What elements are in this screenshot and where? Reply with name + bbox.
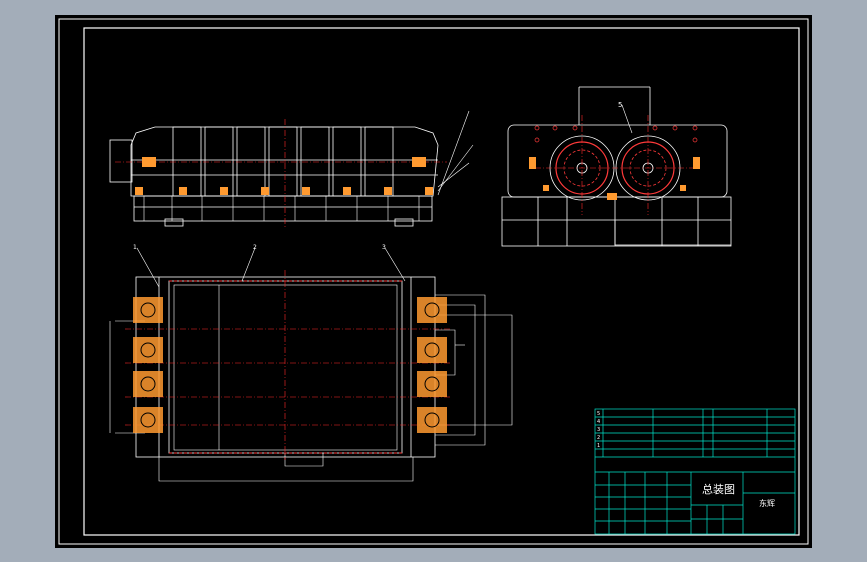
side-callout-5: 5: [618, 101, 622, 109]
parts-list: 5 4 3 2 1: [597, 411, 600, 449]
drawing-frame: [58, 18, 809, 545]
plan-callout-2: 2: [253, 244, 257, 251]
cad-drawing: 5 1 2 3 54321 总装图 东辉: [58, 18, 809, 545]
cad-viewport[interactable]: 5 1 2 3 5 4 3 2 1 总装图 东辉: [0, 0, 867, 562]
inner-border: [83, 27, 800, 536]
front-base-frame: [133, 195, 433, 222]
front-motor-stub: [109, 139, 133, 183]
plan-view: 1 2 3: [109, 244, 513, 482]
front-elevation-view: [109, 110, 474, 227]
company-name: 东辉: [759, 498, 775, 508]
front-leader-lines: [437, 110, 474, 196]
parts-list-no-cell: 4: [597, 419, 600, 425]
plan-callout-1: 1: [133, 244, 137, 251]
side-base-frame: [501, 196, 732, 247]
plan-outer-frame: [135, 276, 436, 458]
plan-inner-frame: [168, 280, 403, 454]
side-elevation-view: 5: [501, 86, 732, 247]
parts-list-no-cell: 5: [597, 411, 600, 417]
side-bolt-markers: [529, 157, 700, 200]
plan-callout-3: 3: [382, 244, 386, 251]
outer-border: [58, 18, 809, 545]
plan-chain-lines: [169, 280, 402, 454]
parts-list-no-cell: 1: [597, 443, 600, 449]
parts-list-no-cell: 2: [597, 435, 600, 441]
front-housing-outline: [130, 126, 439, 197]
title-block: 5 4 3 2 1 总装图 东辉: [594, 408, 796, 535]
drawing-canvas[interactable]: 5 1 2 3 5 4 3 2 1 总装图 东辉: [55, 15, 812, 548]
front-compartments: [172, 126, 394, 197]
parts-list-no-cell: 3: [597, 427, 600, 433]
front-bolt-markers: [135, 157, 433, 195]
drawing-name: 总装图: [702, 482, 735, 496]
